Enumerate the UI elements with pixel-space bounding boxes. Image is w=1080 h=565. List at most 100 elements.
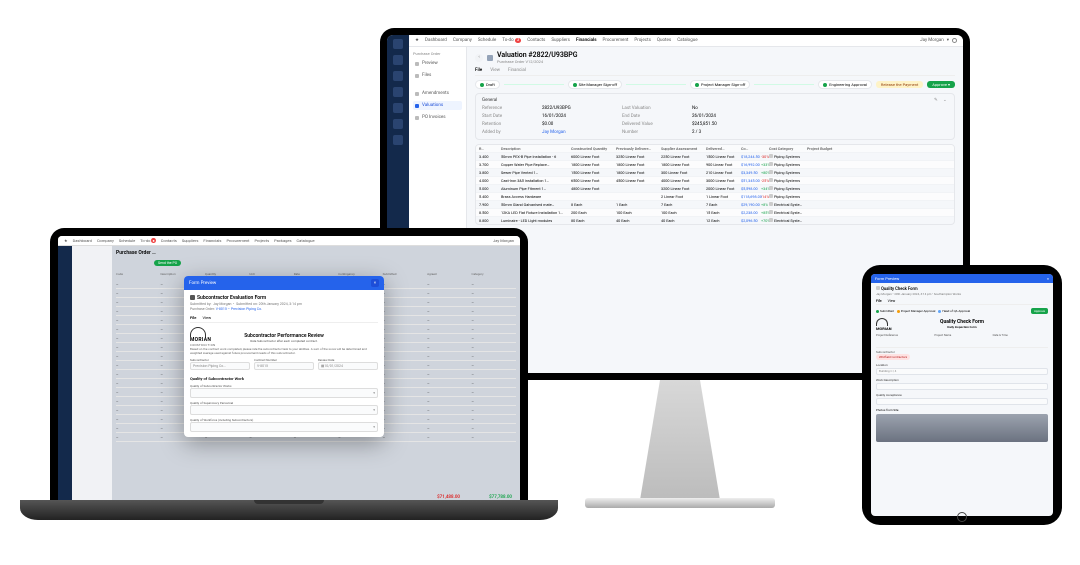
text-input[interactable]: V-8015 bbox=[254, 362, 314, 370]
nav-link[interactable]: Company bbox=[97, 238, 114, 243]
step-draft[interactable]: Draft bbox=[475, 80, 500, 89]
col-header[interactable]: Cost Category bbox=[769, 146, 807, 151]
modal-tab-view[interactable]: View bbox=[202, 315, 211, 320]
collapse-icon[interactable]: ⌄ bbox=[943, 98, 948, 103]
page-title: Valuation #2822/U93BPG bbox=[497, 51, 578, 59]
laptop-base bbox=[20, 500, 558, 520]
nav-link[interactable]: Projects bbox=[254, 238, 269, 243]
user-name[interactable]: Jay Morgan bbox=[493, 238, 514, 243]
nav-link[interactable]: Dashboard bbox=[73, 238, 92, 243]
col-header[interactable]: Project Budget bbox=[807, 146, 845, 151]
close-icon[interactable]: × bbox=[1047, 276, 1049, 281]
work-desc-field[interactable] bbox=[876, 383, 1048, 390]
sidebar-amendments[interactable]: Amendments bbox=[413, 89, 462, 98]
photo-thumbnail[interactable] bbox=[876, 414, 1048, 442]
category-icon bbox=[769, 202, 773, 206]
text-input[interactable]: ▦ 10/01/2024 bbox=[318, 362, 378, 370]
table-row[interactable]: 3.700Copper Water Pipe Replace…1800 Line… bbox=[476, 160, 954, 168]
send-po-button[interactable]: Send the PO bbox=[154, 260, 181, 266]
location-field[interactable]: Building C | 4 bbox=[876, 368, 1048, 375]
select-input[interactable]: ▾ bbox=[190, 405, 378, 415]
category-icon bbox=[769, 178, 773, 182]
table-row[interactable]: 7.90050mm Gland Galvanised mate…8 Each1 … bbox=[476, 200, 954, 208]
col-header[interactable]: Delivered… bbox=[706, 146, 741, 151]
select-input[interactable]: ▾ bbox=[190, 388, 378, 398]
app-logo-icon bbox=[393, 39, 403, 49]
laptop-rail bbox=[58, 246, 72, 510]
nav-link[interactable]: Schedule bbox=[119, 238, 135, 243]
table-row[interactable]: 8.50012KA LED Flat Fixture Installation … bbox=[476, 208, 954, 216]
tab-file[interactable]: File bbox=[475, 68, 482, 73]
sidebar-valuations[interactable]: Valuations bbox=[413, 101, 462, 110]
table-row[interactable]: 8.800Luminaire - LED Light modules80 Eac… bbox=[476, 216, 954, 224]
workflow-steps: Draft Site Manager Sign-off Project Mana… bbox=[475, 80, 955, 89]
rail-icon[interactable] bbox=[393, 55, 403, 65]
rail-icon[interactable] bbox=[393, 71, 403, 81]
nav-suppliers[interactable]: Suppliers bbox=[551, 38, 570, 43]
release-payment-button[interactable]: Release the Payment bbox=[876, 81, 923, 88]
bell-icon[interactable] bbox=[952, 38, 957, 43]
back-button[interactable]: ‹ bbox=[475, 54, 483, 62]
nav-procurement[interactable]: Procurement bbox=[603, 38, 629, 43]
nav-quotes[interactable]: Quotes bbox=[657, 38, 671, 43]
rail-icon[interactable] bbox=[393, 87, 403, 97]
tab-view[interactable]: View bbox=[490, 68, 500, 73]
table-row[interactable]: 5.400Brass Access Hardware 2 Linear Foot… bbox=[476, 192, 954, 200]
nav-catalogue[interactable]: Catalogue bbox=[677, 38, 697, 43]
nav-schedule[interactable]: Schedule bbox=[478, 38, 496, 43]
text-input[interactable]: Precision Piping Co… bbox=[190, 362, 250, 370]
form-subtitle: Rate Subcontractor after each completed … bbox=[190, 339, 378, 343]
col-header[interactable]: Description bbox=[501, 146, 571, 151]
home-button[interactable] bbox=[957, 512, 967, 522]
nav-contacts[interactable]: Contacts bbox=[527, 38, 545, 43]
star-icon[interactable]: ★ bbox=[64, 238, 68, 243]
nav-link[interactable]: Packages bbox=[274, 238, 291, 243]
nav-todo[interactable]: To-do 3 bbox=[502, 38, 521, 43]
approve-button[interactable]: Approve bbox=[1031, 308, 1048, 314]
sidebar-preview[interactable]: Preview bbox=[413, 59, 462, 68]
col-header[interactable]: Co… bbox=[741, 146, 761, 151]
table-row[interactable]: 3.800Sewer Pipe Vented 1…1500 Linear Foo… bbox=[476, 168, 954, 176]
nav-link[interactable]: Procurement bbox=[226, 238, 249, 243]
nav-link[interactable]: Financials bbox=[203, 238, 221, 243]
sidebar-po-invoices[interactable]: PO Invoices bbox=[413, 113, 462, 122]
po-link[interactable]: V-8015 – Precision Piping Co. bbox=[216, 307, 262, 311]
close-icon[interactable]: × bbox=[371, 279, 379, 287]
nav-projects[interactable]: Projects bbox=[634, 38, 651, 43]
qa-field[interactable] bbox=[876, 398, 1048, 405]
sidebar-files[interactable]: Files bbox=[413, 71, 462, 80]
user-name: Jay Morgan bbox=[920, 38, 944, 43]
step-project-manager[interactable]: Project Manager Sign-off bbox=[690, 80, 750, 89]
tab-file[interactable]: File bbox=[876, 299, 882, 303]
tab-view[interactable]: View bbox=[888, 299, 896, 303]
col-header[interactable]: Constructed Quantity bbox=[571, 146, 616, 151]
col-header[interactable]: Supplier Assessment bbox=[661, 146, 706, 151]
edit-icon[interactable]: ✎ bbox=[934, 98, 939, 103]
nav-link[interactable]: Catalogue bbox=[297, 238, 315, 243]
subcontractor-pill[interactable]: Whitfield Contractors bbox=[876, 354, 910, 360]
nav-company[interactable]: Company bbox=[453, 38, 472, 43]
rail-icon[interactable] bbox=[393, 119, 403, 129]
tab-financial[interactable]: Financial bbox=[508, 68, 526, 73]
approve-button[interactable]: Approve ▾ bbox=[927, 81, 955, 88]
user-menu[interactable]: Jay Morgan ▾ bbox=[920, 38, 957, 43]
desktop-stand bbox=[570, 380, 790, 530]
col-header[interactable]: Previously Delivere… bbox=[616, 146, 661, 151]
nav-dashboard[interactable]: Dashboard bbox=[425, 38, 447, 43]
rail-icon[interactable] bbox=[393, 135, 403, 145]
table-row[interactable]: 3.40050mm PEX-B Pipe Installation - 6600… bbox=[476, 152, 954, 160]
table-row[interactable]: 5.000Aluminum Pipe Fitment 1…4800 Linear… bbox=[476, 184, 954, 192]
table-row[interactable]: 4.000Cast-Iron 3&5 installation 1…6500 L… bbox=[476, 176, 954, 184]
category-icon bbox=[769, 218, 773, 222]
star-icon[interactable]: ★ bbox=[415, 38, 419, 43]
nav-link[interactable]: Suppliers bbox=[182, 238, 199, 243]
col-header[interactable]: R… bbox=[479, 146, 501, 151]
step-site-manager[interactable]: Site Manager Sign-off bbox=[568, 80, 623, 89]
rail-icon[interactable] bbox=[393, 103, 403, 113]
step-engineering[interactable]: Engineering Approval bbox=[818, 80, 872, 89]
modal-tab-file[interactable]: File bbox=[190, 315, 196, 320]
nav-financials[interactable]: Financials bbox=[576, 38, 597, 43]
nav-link[interactable]: Contacts bbox=[161, 238, 177, 243]
select-input[interactable]: ▾ bbox=[190, 422, 378, 432]
nav-link[interactable]: To-do ● bbox=[140, 238, 156, 243]
